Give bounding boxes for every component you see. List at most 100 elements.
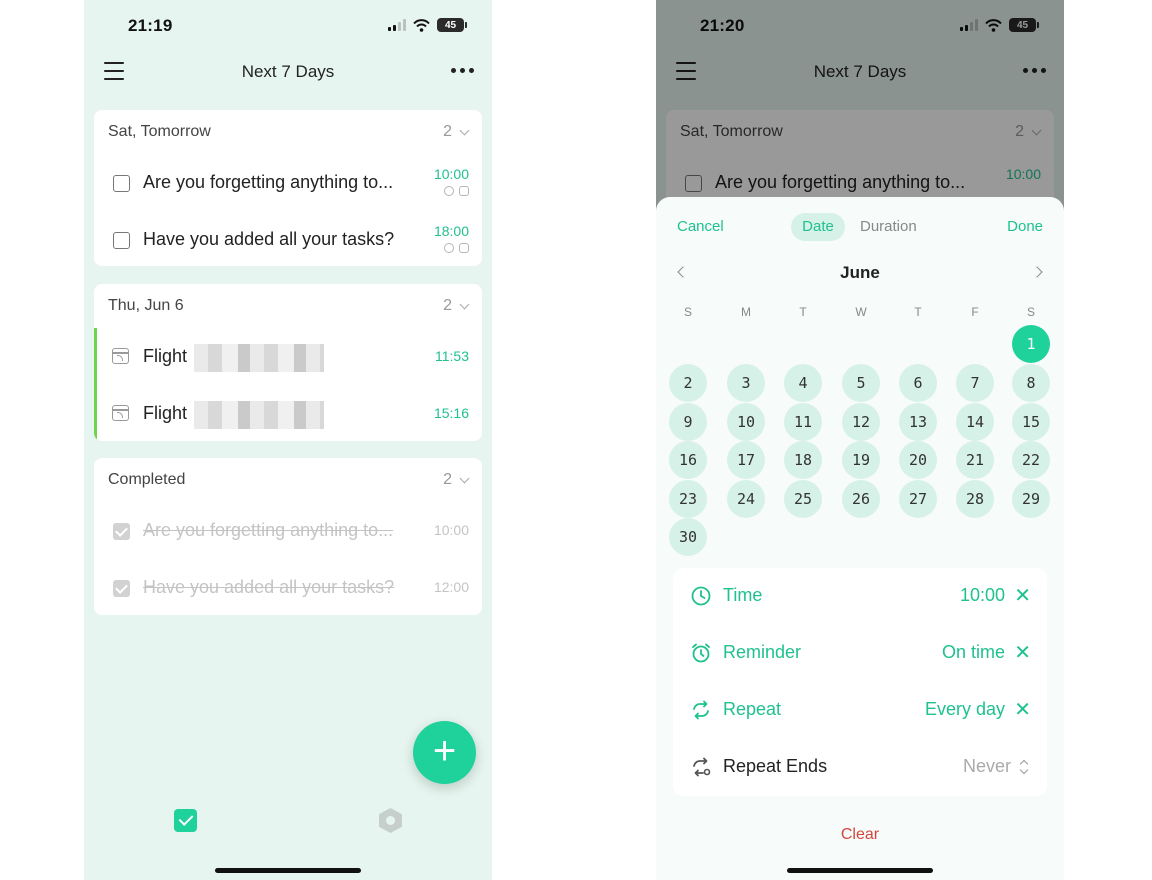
completed-task-row[interactable]: Are you forgetting anything to... 10:00 <box>94 502 482 559</box>
alarm-icon <box>692 643 710 663</box>
tasks-check-icon[interactable] <box>174 809 197 832</box>
calendar-day[interactable]: 27 <box>899 480 937 518</box>
task-row[interactable]: Are you forgetting anything to... 10:00 <box>94 154 482 211</box>
calendar-day[interactable]: 14 <box>956 403 994 441</box>
chevron-down-icon <box>459 125 470 136</box>
task-title: Have you added all your tasks? <box>143 577 395 597</box>
section-header[interactable]: Sat, Tomorrow 2 <box>94 110 482 154</box>
calendar-day[interactable]: 2 <box>669 364 707 402</box>
calendar-event-icon <box>112 405 129 421</box>
calendar-day[interactable]: 22 <box>1012 441 1050 479</box>
section-title: Thu, Jun 6 <box>108 297 184 314</box>
section-title: Completed <box>108 471 186 488</box>
calendar-day[interactable]: 12 <box>842 403 880 441</box>
clear-reminder-icon[interactable]: ✕ <box>1014 640 1031 665</box>
task-checkbox-checked[interactable] <box>113 523 130 540</box>
repeat-row[interactable]: Repeat Every day ✕ <box>673 682 1047 739</box>
clear-time-icon[interactable]: ✕ <box>1014 583 1031 608</box>
task-checkbox-checked[interactable] <box>113 580 130 597</box>
event-time: 11:53 <box>435 348 469 364</box>
section-header[interactable]: Completed 2 <box>94 458 482 502</box>
calendar-day[interactable]: 29 <box>1012 480 1050 518</box>
repeat-ends-label: Repeat Ends <box>723 756 828 776</box>
task-title: Have you added all your tasks? <box>143 229 395 249</box>
weekday-label: M <box>741 305 751 319</box>
event-row[interactable]: Flight 15:16 <box>94 385 482 441</box>
calendar-day[interactable]: 16 <box>669 441 707 479</box>
tab-duration[interactable]: Duration <box>860 218 917 235</box>
calendar-day[interactable]: 10 <box>727 403 765 441</box>
event-time: 15:16 <box>433 405 469 421</box>
task-time: 18:00 <box>433 223 469 239</box>
chevron-down-icon <box>459 299 470 310</box>
calendar-day[interactable]: 26 <box>842 480 880 518</box>
cancel-button[interactable]: Cancel <box>677 218 724 235</box>
top-bar: Next 7 Days <box>84 50 492 94</box>
chevron-down-icon <box>459 473 470 484</box>
tab-date[interactable]: Date <box>791 213 845 241</box>
calendar-day[interactable]: 15 <box>1012 403 1050 441</box>
calendar-day[interactable]: 7 <box>956 364 994 402</box>
task-checkbox[interactable] <box>113 175 130 192</box>
time-label: Time <box>723 585 763 605</box>
calendar-day[interactable]: 3 <box>727 364 765 402</box>
calendar-day[interactable]: 4 <box>784 364 822 402</box>
repeat-icon <box>459 243 469 253</box>
clear-repeat-icon[interactable]: ✕ <box>1014 697 1031 722</box>
weekday-label: F <box>971 305 979 319</box>
reminder-value: On time <box>941 642 1005 662</box>
repeat-ends-row[interactable]: Repeat Ends Never <box>673 739 1047 796</box>
calendar-day[interactable]: 23 <box>669 480 707 518</box>
calendar-day-selected[interactable]: 1 <box>1012 325 1050 363</box>
calendar-day[interactable]: 13 <box>899 403 937 441</box>
task-list-screen: 21:19 45 Next 7 Days Sat, Tomorrow 2 Are… <box>84 0 492 880</box>
calendar-day[interactable]: 6 <box>899 364 937 402</box>
task-time: 10:00 <box>433 166 469 182</box>
weekday-label: T <box>914 305 922 319</box>
done-button[interactable]: Done <box>1007 218 1043 235</box>
date-picker-sheet: Cancel Date Duration Done June S M T W T F S 1… <box>656 197 1064 880</box>
calendar-day[interactable]: 18 <box>784 441 822 479</box>
page-title: Next 7 Days <box>241 62 335 81</box>
task-row[interactable]: Have you added all your tasks? 18:00 <box>94 211 482 266</box>
task-title: Are you forgetting anything to... <box>143 172 394 192</box>
date-picker-screen: 21:20 45 Next 7 Days Sat, Tomorrow 2 Are… <box>656 0 1064 880</box>
habit-hex-icon[interactable] <box>379 808 402 833</box>
weekday-label: S <box>1026 305 1035 319</box>
time-row[interactable]: Time 10:00 ✕ <box>673 568 1047 625</box>
weekday-label: S <box>683 305 692 319</box>
more-options-icon[interactable] <box>451 68 474 73</box>
status-bar: 21:19 45 <box>84 0 492 50</box>
event-row[interactable]: Flight 11:53 <box>94 328 482 385</box>
task-time: 10:00 <box>433 522 469 538</box>
section-card-completed: Completed 2 Are you forgetting anything … <box>94 458 482 615</box>
calendar-day[interactable]: 17 <box>727 441 765 479</box>
section-header[interactable]: Thu, Jun 6 2 <box>94 284 482 328</box>
section-title: Sat, Tomorrow <box>108 123 211 140</box>
completed-task-row[interactable]: Have you added all your tasks? 12:00 <box>94 559 482 615</box>
calendar-day[interactable]: 21 <box>956 441 994 479</box>
calendar-day[interactable]: 25 <box>784 480 822 518</box>
calendar-day[interactable]: 28 <box>956 480 994 518</box>
calendar-day[interactable]: 19 <box>842 441 880 479</box>
battery-icon: 45 <box>437 18 467 32</box>
calendar-day[interactable]: 8 <box>1012 364 1050 402</box>
calendar-day[interactable]: 5 <box>842 364 880 402</box>
reminder-row[interactable]: Reminder On time ✕ <box>673 625 1047 682</box>
alarm-icon <box>444 186 454 196</box>
up-down-chevron-icon <box>1019 760 1029 774</box>
calendar-day[interactable]: 9 <box>669 403 707 441</box>
clock-icon <box>691 586 711 606</box>
date-options-panel: Time 10:00 ✕ Reminder On time ✕ Repeat E… <box>673 568 1047 796</box>
add-task-button[interactable]: + <box>413 721 476 784</box>
calendar-day[interactable]: 11 <box>784 403 822 441</box>
calendar-day[interactable]: 30 <box>669 518 707 556</box>
repeat-label: Repeat <box>723 699 782 719</box>
home-indicator <box>787 868 933 873</box>
repeat-icon <box>459 186 469 196</box>
calendar-day[interactable]: 24 <box>727 480 765 518</box>
calendar-day[interactable]: 20 <box>899 441 937 479</box>
repeat-ends-value: Never <box>962 756 1011 776</box>
task-checkbox[interactable] <box>113 232 130 249</box>
clear-button[interactable]: Clear <box>656 826 1064 844</box>
